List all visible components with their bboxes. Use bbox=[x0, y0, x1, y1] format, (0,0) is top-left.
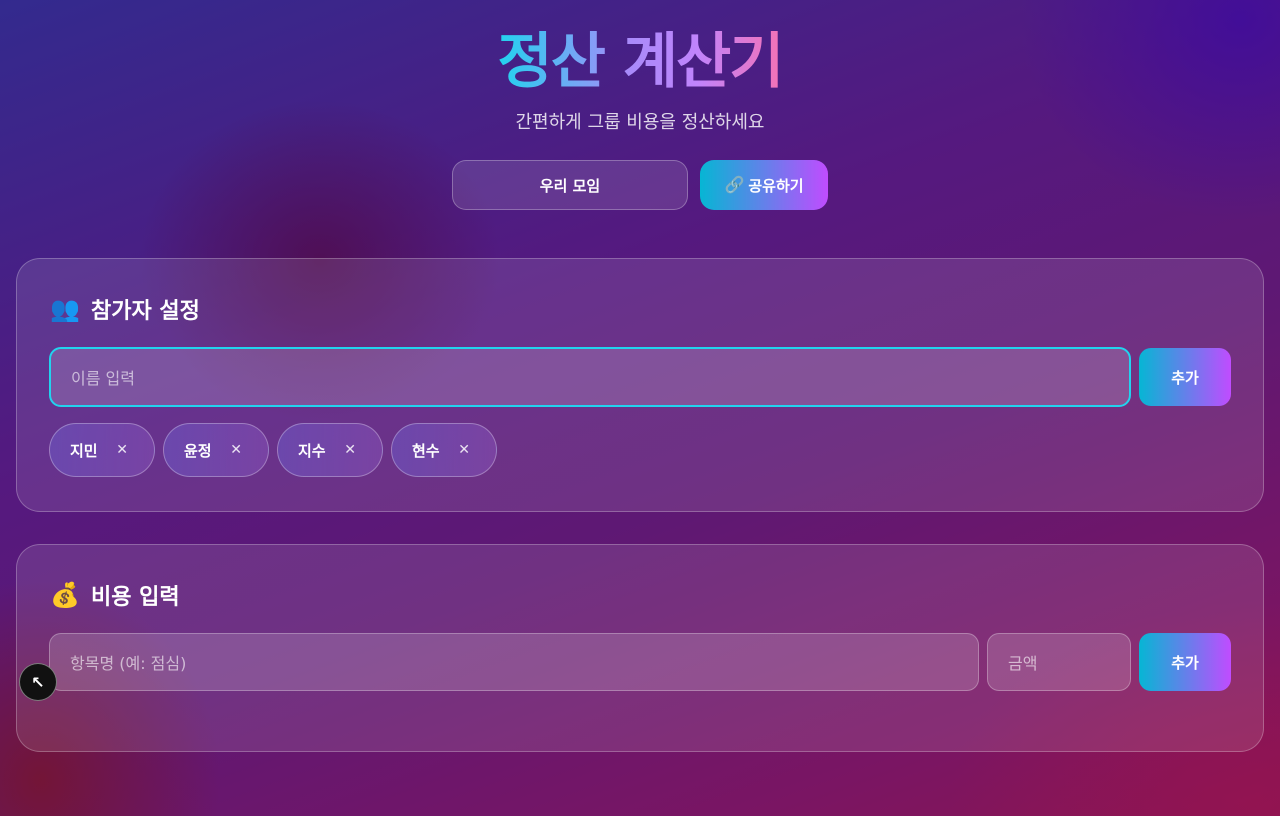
group-name-field[interactable]: 우리 모임 bbox=[452, 160, 688, 210]
participant-chip-name: 지민 bbox=[70, 441, 98, 460]
page-header: 정산 계산기 간편하게 그룹 비용을 정산하세요 bbox=[0, 0, 1280, 134]
expense-card-header: 💰 비용 입력 bbox=[49, 577, 1231, 613]
participants-card: 👥 참가자 설정 이름 입력 추가 지민 ✕ 윤정 ✕ 지수 ✕ 현수 ✕ bbox=[16, 258, 1264, 512]
page-title: 정산 계산기 bbox=[497, 27, 785, 97]
close-icon[interactable]: ✕ bbox=[458, 442, 470, 458]
participant-chip-name: 윤정 bbox=[184, 441, 212, 460]
expense-amount-input[interactable]: 금액 bbox=[987, 633, 1131, 691]
participant-chip-name: 현수 bbox=[412, 441, 440, 460]
participant-input-row: 이름 입력 추가 bbox=[49, 347, 1231, 407]
participants-card-title: 참가자 설정 bbox=[91, 299, 200, 324]
participant-chip: 윤정 ✕ bbox=[163, 423, 269, 477]
expense-card: 💰 비용 입력 항목명 (예: 점심) 금액 추가 bbox=[16, 544, 1264, 752]
people-icon: 👥 bbox=[50, 295, 80, 323]
close-icon[interactable]: ✕ bbox=[230, 442, 242, 458]
participant-chip: 지민 ✕ bbox=[49, 423, 155, 477]
expense-input-row: 항목명 (예: 점심) 금액 추가 bbox=[49, 633, 1231, 691]
expense-card-title: 비용 입력 bbox=[91, 585, 180, 610]
participant-chip-name: 지수 bbox=[298, 441, 326, 460]
cursor-badge-icon[interactable]: ↖ bbox=[19, 663, 57, 701]
share-button-label: 공유하기 bbox=[748, 177, 804, 195]
expense-item-input[interactable]: 항목명 (예: 점심) bbox=[49, 633, 979, 691]
participant-chip: 지수 ✕ bbox=[277, 423, 383, 477]
page-subtitle: 간편하게 그룹 비용을 정산하세요 bbox=[515, 112, 765, 133]
participants-card-header: 👥 참가자 설정 bbox=[49, 291, 1231, 327]
add-participant-button[interactable]: 추가 bbox=[1139, 348, 1231, 406]
close-icon[interactable]: ✕ bbox=[116, 442, 128, 458]
money-bag-icon: 💰 bbox=[50, 581, 80, 609]
add-expense-button[interactable]: 추가 bbox=[1139, 633, 1231, 691]
participant-chip-list: 지민 ✕ 윤정 ✕ 지수 ✕ 현수 ✕ bbox=[49, 423, 1231, 477]
top-controls: 우리 모임 🔗 공유하기 bbox=[0, 160, 1280, 210]
link-icon: 🔗 bbox=[724, 177, 745, 194]
close-icon[interactable]: ✕ bbox=[344, 442, 356, 458]
share-button[interactable]: 🔗 공유하기 bbox=[700, 160, 828, 210]
participant-chip: 현수 ✕ bbox=[391, 423, 497, 477]
participant-name-input[interactable]: 이름 입력 bbox=[49, 347, 1131, 407]
